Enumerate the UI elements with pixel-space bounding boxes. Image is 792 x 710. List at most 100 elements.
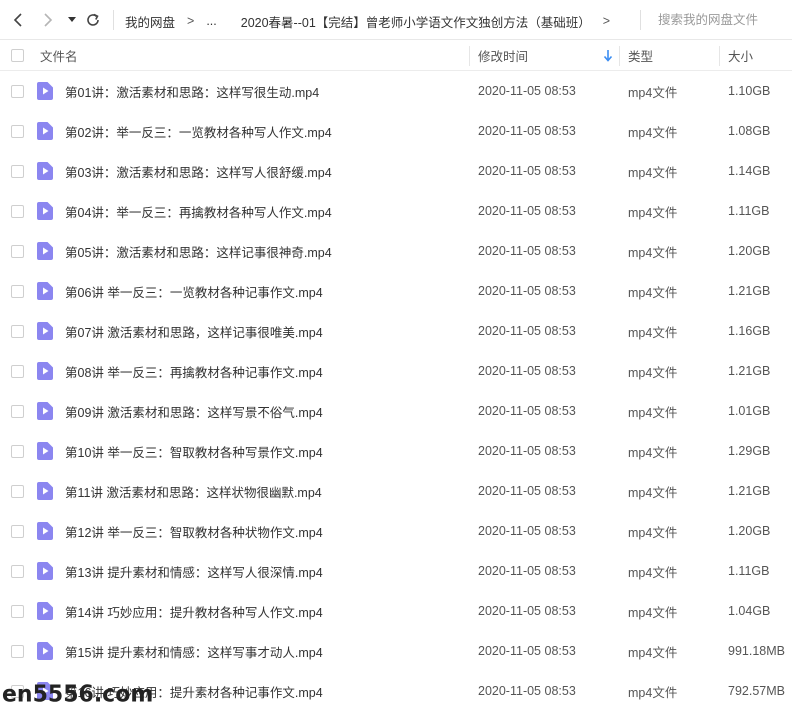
- file-row-checkbox[interactable]: [11, 445, 24, 458]
- file-list: 第01讲：激活素材和思路：这样写很生动.mp4 2020-11-05 08:53…: [0, 71, 792, 710]
- file-modified-time: 2020-11-05 08:53: [478, 484, 576, 498]
- column-divider[interactable]: [719, 46, 720, 66]
- file-type: mp4文件: [628, 405, 678, 420]
- file-name[interactable]: 第13讲 提升素材和情感：这样写人很深情.mp4: [65, 551, 323, 591]
- file-modified-time: 2020-11-05 08:53: [478, 564, 576, 578]
- breadcrumb-tail-separator[interactable]: >: [603, 14, 610, 28]
- file-size: 1.11GB: [728, 204, 770, 218]
- file-name[interactable]: 第06讲 举一反三：一览教材各种记事作文.mp4: [65, 271, 323, 311]
- video-file-icon: [37, 362, 53, 380]
- file-size: 1.04GB: [728, 604, 771, 618]
- file-row[interactable]: 第03讲：激活素材和思路：这样写人很舒缓.mp4 2020-11-05 08:5…: [0, 151, 792, 191]
- file-modified-time: 2020-11-05 08:53: [478, 244, 576, 258]
- file-name[interactable]: 第01讲：激活素材和思路：这样写很生动.mp4: [65, 71, 319, 111]
- column-divider[interactable]: [619, 46, 620, 66]
- file-size: 1.11GB: [728, 564, 770, 578]
- column-header-name[interactable]: 文件名: [40, 40, 78, 71]
- file-row-checkbox[interactable]: [11, 605, 24, 618]
- breadcrumb-ellipsis[interactable]: ...: [206, 14, 216, 28]
- refresh-icon[interactable]: [82, 9, 104, 31]
- file-modified-time: 2020-11-05 08:53: [478, 364, 576, 378]
- column-divider[interactable]: [469, 46, 470, 66]
- file-row[interactable]: 第11讲 激活素材和思路：这样状物很幽默.mp4 2020-11-05 08:5…: [0, 471, 792, 511]
- file-row[interactable]: 第07讲 激活素材和思路，这样记事很唯美.mp4 2020-11-05 08:5…: [0, 311, 792, 351]
- video-file-icon: [37, 602, 53, 620]
- file-modified-time: 2020-11-05 08:53: [478, 404, 576, 418]
- file-name[interactable]: 第04讲：举一反三：再擒教材各种写人作文.mp4: [65, 191, 332, 231]
- file-size: 1.21GB: [728, 284, 771, 298]
- file-row-checkbox[interactable]: [11, 205, 24, 218]
- file-name[interactable]: 第14讲 巧妙应用：提升教材各种写人作文.mp4: [65, 591, 323, 631]
- column-header-modified[interactable]: 修改时间: [478, 40, 528, 71]
- file-size: 1.20GB: [728, 244, 771, 258]
- file-modified-time: 2020-11-05 08:53: [478, 284, 576, 298]
- file-row[interactable]: 第05讲：激活素材和思路：这样记事很神奇.mp4 2020-11-05 08:5…: [0, 231, 792, 271]
- video-file-icon: [37, 122, 53, 140]
- video-file-icon: [37, 202, 53, 220]
- file-type: mp4文件: [628, 85, 678, 100]
- file-size: 1.21GB: [728, 484, 771, 498]
- file-row-checkbox[interactable]: [11, 85, 24, 98]
- file-row[interactable]: 第13讲 提升素材和情感：这样写人很深情.mp4 2020-11-05 08:5…: [0, 551, 792, 591]
- sort-descending-arrow-icon[interactable]: [603, 49, 613, 65]
- column-header-type[interactable]: 类型: [628, 40, 653, 71]
- file-type: mp4文件: [628, 325, 678, 340]
- back-icon[interactable]: [8, 9, 30, 31]
- column-header-size[interactable]: 大小: [728, 40, 753, 71]
- file-type: mp4文件: [628, 365, 678, 380]
- video-file-icon: [37, 442, 53, 460]
- file-name[interactable]: 第11讲 激活素材和思路：这样状物很幽默.mp4: [65, 471, 322, 511]
- breadcrumb-root[interactable]: 我的网盘: [125, 12, 175, 31]
- file-row[interactable]: 第02讲：举一反三：一览教材各种写人作文.mp4 2020-11-05 08:5…: [0, 111, 792, 151]
- file-row-checkbox[interactable]: [11, 165, 24, 178]
- file-modified-time: 2020-11-05 08:53: [478, 684, 576, 698]
- file-name[interactable]: 第10讲 举一反三：智取教材各种写景作文.mp4: [65, 431, 323, 471]
- video-file-icon: [37, 482, 53, 500]
- file-row-checkbox[interactable]: [11, 565, 24, 578]
- file-name[interactable]: 第05讲：激活素材和思路：这样记事很神奇.mp4: [65, 231, 332, 271]
- file-row[interactable]: 第06讲 举一反三：一览教材各种记事作文.mp4 2020-11-05 08:5…: [0, 271, 792, 311]
- file-row-checkbox[interactable]: [11, 525, 24, 538]
- forward-icon[interactable]: [36, 9, 58, 31]
- select-all-checkbox[interactable]: [11, 49, 24, 62]
- file-name[interactable]: 第12讲 举一反三：智取教材各种状物作文.mp4: [65, 511, 323, 551]
- select-all-checkbox-cell[interactable]: [11, 40, 24, 71]
- file-row-checkbox[interactable]: [11, 485, 24, 498]
- file-row-checkbox[interactable]: [11, 645, 24, 658]
- file-type: mp4文件: [628, 685, 678, 700]
- video-file-icon: [37, 282, 53, 300]
- file-row-checkbox[interactable]: [11, 245, 24, 258]
- file-row[interactable]: 第10讲 举一反三：智取教材各种写景作文.mp4 2020-11-05 08:5…: [0, 431, 792, 471]
- video-file-icon: [37, 162, 53, 180]
- file-name[interactable]: 第03讲：激活素材和思路：这样写人很舒缓.mp4: [65, 151, 332, 191]
- file-row[interactable]: 第12讲 举一反三：智取教材各种状物作文.mp4 2020-11-05 08:5…: [0, 511, 792, 551]
- file-row-checkbox[interactable]: [11, 125, 24, 138]
- file-row[interactable]: 第14讲 巧妙应用：提升教材各种写人作文.mp4 2020-11-05 08:5…: [0, 591, 792, 631]
- file-type: mp4文件: [628, 605, 678, 620]
- file-row-checkbox[interactable]: [11, 325, 24, 338]
- file-row[interactable]: 第15讲 提升素材和情感：这样写事才动人.mp4 2020-11-05 08:5…: [0, 631, 792, 671]
- file-name[interactable]: 第15讲 提升素材和情感：这样写事才动人.mp4: [65, 631, 323, 671]
- file-row[interactable]: 第01讲：激活素材和思路：这样写很生动.mp4 2020-11-05 08:53…: [0, 71, 792, 111]
- search-input[interactable]: [650, 10, 788, 30]
- file-size: 991.18MB: [728, 644, 785, 658]
- file-row-checkbox[interactable]: [11, 365, 24, 378]
- file-name[interactable]: 第02讲：举一反三：一览教材各种写人作文.mp4: [65, 111, 332, 151]
- file-row-checkbox[interactable]: [11, 405, 24, 418]
- breadcrumb-current[interactable]: 2020春暑--01【完结】曾老师小学语文作文独创方法（基础班）: [241, 12, 591, 31]
- file-row[interactable]: 第09讲 激活素材和思路：这样写景不俗气.mp4 2020-11-05 08:5…: [0, 391, 792, 431]
- file-size: 1.16GB: [728, 324, 771, 338]
- history-dropdown-icon[interactable]: [63, 9, 81, 31]
- video-file-icon: [37, 82, 53, 100]
- file-name[interactable]: 第09讲 激活素材和思路：这样写景不俗气.mp4: [65, 391, 323, 431]
- file-row-checkbox[interactable]: [11, 285, 24, 298]
- file-row[interactable]: 第08讲 举一反三：再擒教材各种记事作文.mp4 2020-11-05 08:5…: [0, 351, 792, 391]
- file-size: 1.14GB: [728, 164, 771, 178]
- file-list-header: 文件名 修改时间 类型 大小: [0, 40, 792, 71]
- file-modified-time: 2020-11-05 08:53: [478, 204, 576, 218]
- file-row[interactable]: 第04讲：举一反三：再擒教材各种写人作文.mp4 2020-11-05 08:5…: [0, 191, 792, 231]
- file-size: 1.21GB: [728, 364, 771, 378]
- breadcrumb-separator: >: [187, 14, 195, 28]
- file-name[interactable]: 第07讲 激活素材和思路，这样记事很唯美.mp4: [65, 311, 323, 351]
- file-name[interactable]: 第08讲 举一反三：再擒教材各种记事作文.mp4: [65, 351, 323, 391]
